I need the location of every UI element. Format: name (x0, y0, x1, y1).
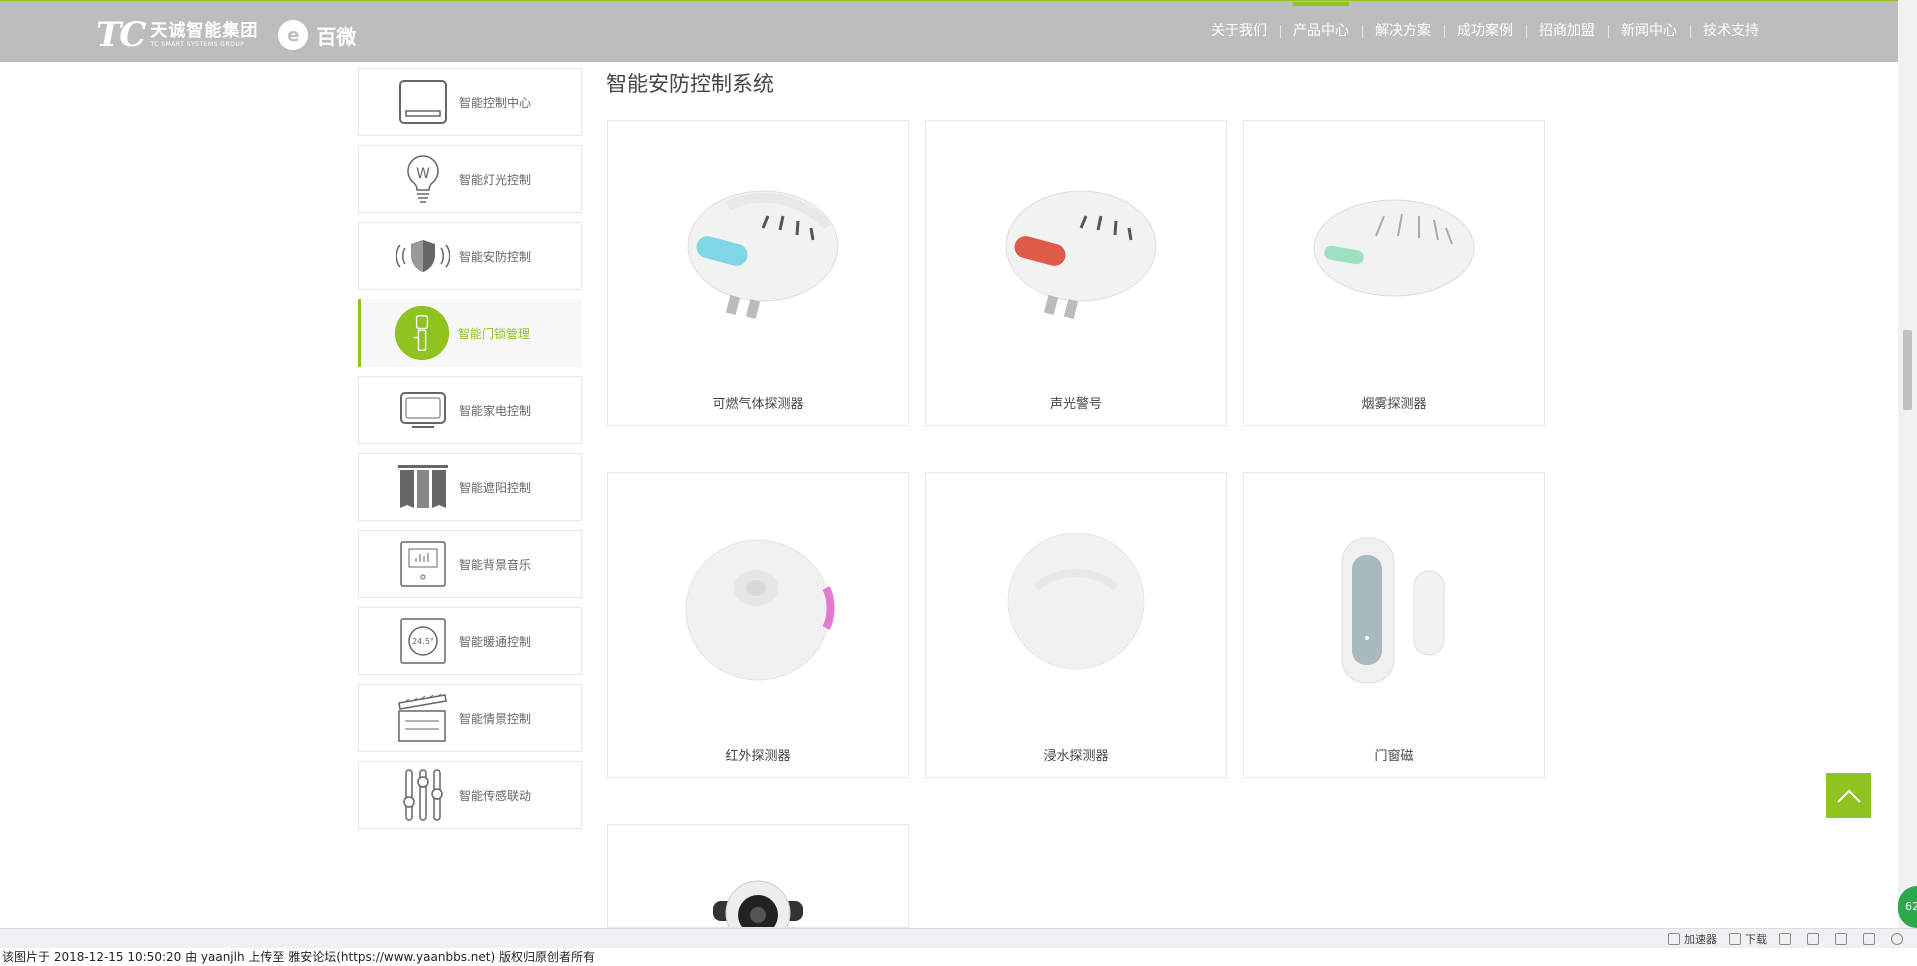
accelerator-icon (1668, 933, 1680, 945)
screenshot-button[interactable] (1779, 933, 1795, 945)
page-scrollbar[interactable] (1898, 0, 1917, 928)
sidebar-item-appliances[interactable]: 智能家电控制 (358, 376, 582, 444)
partner-logo-name: 百微 (316, 24, 357, 49)
sidebar-item-control-center[interactable]: 智能控制中心 (358, 68, 582, 136)
site-header: TC 天诚智能集团 TC SMART SYSTEMS GROUP e 百微 关于… (0, 0, 1898, 62)
product-card-camera[interactable] (607, 824, 909, 928)
accelerator-button[interactable]: 加速器 (1668, 931, 1717, 947)
trash-button[interactable] (1807, 933, 1823, 945)
product-image (926, 171, 1226, 341)
product-card-door-sensor[interactable]: 门窗磁 (1243, 472, 1545, 778)
light-bulb-glyph: W (416, 166, 430, 182)
tv-icon (395, 382, 451, 438)
partner-logo-mark: e (278, 20, 309, 50)
browser-status-bar: 加速器 下载 (0, 928, 1917, 948)
product-name: 可燃气体探测器 (712, 397, 804, 412)
category-sidebar: 智能控制中心 W 智能灯光控制 智能安防控制 智能门锁管理 智能家电控制 智能遮… (358, 66, 582, 838)
nav-item-franchise[interactable]: 招商加盟 (1526, 0, 1608, 62)
sidebar-item-scene[interactable]: 智能情景控制 (358, 684, 582, 752)
light-bulb-icon: W (395, 151, 451, 207)
sidebar-item-label: 智能灯光控制 (459, 172, 532, 187)
sliders-icon (395, 767, 451, 823)
product-image (1244, 523, 1544, 693)
product-name: 烟雾探测器 (1361, 397, 1427, 412)
window-button[interactable] (1863, 933, 1879, 945)
thermostat-icon: 24.5° (395, 613, 451, 669)
download-label: 下载 (1745, 933, 1767, 946)
product-image (608, 171, 908, 341)
nav-item-about[interactable]: 关于我们 (1198, 0, 1280, 62)
music-panel-icon (395, 536, 451, 592)
sidebar-item-door-lock[interactable]: 智能门锁管理 (358, 299, 582, 367)
site-logo[interactable]: TC 天诚智能集团 TC SMART SYSTEMS GROUP e 百微 (96, 18, 356, 52)
product-name: 红外探测器 (725, 749, 791, 764)
sidebar-item-shading[interactable]: 智能遮阳控制 (358, 453, 582, 521)
logo-text: 天诚智能集团 TC SMART SYSTEMS GROUP (150, 21, 258, 49)
screenshot-icon (1779, 933, 1791, 945)
logo-chinese-name: 天诚智能集团 (150, 21, 259, 41)
nav-item-support[interactable]: 技术支持 (1690, 0, 1772, 62)
scene-board-icon (395, 690, 451, 746)
product-card-water-detector[interactable]: 浸水探测器 (925, 472, 1227, 778)
trash-icon (1807, 933, 1819, 945)
product-name: 声光警号 (1049, 397, 1102, 412)
sidebar-item-lighting[interactable]: W 智能灯光控制 (358, 145, 582, 213)
nav-item-news[interactable]: 新闻中心 (1608, 0, 1690, 62)
shield-icon (395, 228, 451, 284)
download-button[interactable]: 下载 (1729, 931, 1767, 947)
product-name: 门窗磁 (1374, 749, 1414, 764)
product-image (1244, 171, 1544, 341)
sidebar-item-security[interactable]: 智能安防控制 (358, 222, 582, 290)
sidebar-item-label: 智能家电控制 (459, 403, 532, 418)
product-card-infrared-detector[interactable]: 红外探测器 (607, 472, 909, 778)
accelerator-label: 加速器 (1684, 933, 1717, 946)
product-card-smoke-detector[interactable]: 烟雾探测器 (1243, 120, 1545, 426)
zoom-icon (1891, 933, 1903, 945)
chevron-up-icon (1836, 789, 1861, 803)
logo-english-name: TC SMART SYSTEMS GROUP (150, 41, 245, 48)
volume-button[interactable] (1835, 933, 1851, 945)
download-icon (1729, 933, 1741, 945)
sidebar-item-label: 智能背景音乐 (459, 557, 532, 572)
main-nav: 关于我们 产品中心 解决方案 成功案例 招商加盟 新闻中心 技术支持 (1198, 0, 1772, 62)
sidebar-item-sensors[interactable]: 智能传感联动 (358, 761, 582, 829)
sidebar-item-label: 智能门锁管理 (458, 326, 531, 341)
speaker-icon (1835, 933, 1847, 945)
nav-item-products[interactable]: 产品中心 (1280, 0, 1362, 62)
back-to-top-button[interactable] (1826, 773, 1871, 818)
partner-logo: e 百微 (278, 20, 356, 50)
control-panel-icon (395, 74, 451, 130)
sidebar-item-hvac[interactable]: 24.5° 智能暖通控制 (358, 607, 582, 675)
product-image (608, 523, 908, 693)
product-name: 浸水探测器 (1043, 749, 1109, 764)
product-image (926, 523, 1226, 693)
sidebar-item-label: 智能暖通控制 (459, 634, 532, 649)
scrollbar-thumb[interactable] (1903, 330, 1912, 410)
browser-tools: 加速器 下载 (1656, 929, 1907, 949)
product-card-siren[interactable]: 声光警号 (925, 120, 1227, 426)
nav-item-solutions[interactable]: 解决方案 (1362, 0, 1444, 62)
sidebar-item-label: 智能控制中心 (459, 95, 532, 110)
sidebar-item-music[interactable]: 智能背景音乐 (358, 530, 582, 598)
nav-item-cases[interactable]: 成功案例 (1444, 0, 1526, 62)
zoom-button[interactable] (1891, 933, 1907, 945)
window-icon (1863, 933, 1875, 945)
image-caption: 该图片于 2018-12-15 10:50:20 由 yaanjlh 上传至 雅… (0, 948, 1917, 966)
product-image (608, 875, 908, 927)
product-card-gas-detector[interactable]: 可燃气体探测器 (607, 120, 909, 426)
sidebar-item-label: 智能遮阳控制 (459, 480, 532, 495)
sidebar-item-label: 智能安防控制 (459, 249, 532, 264)
sidebar-item-label: 智能传感联动 (459, 788, 532, 803)
sidebar-item-label: 智能情景控制 (459, 711, 532, 726)
curtain-icon (395, 459, 451, 515)
door-lock-icon (394, 305, 450, 361)
logo-mark: TC (96, 15, 146, 55)
section-title: 智能安防控制系统 (606, 72, 774, 96)
thermostat-glyph: 24.5° (412, 637, 434, 646)
